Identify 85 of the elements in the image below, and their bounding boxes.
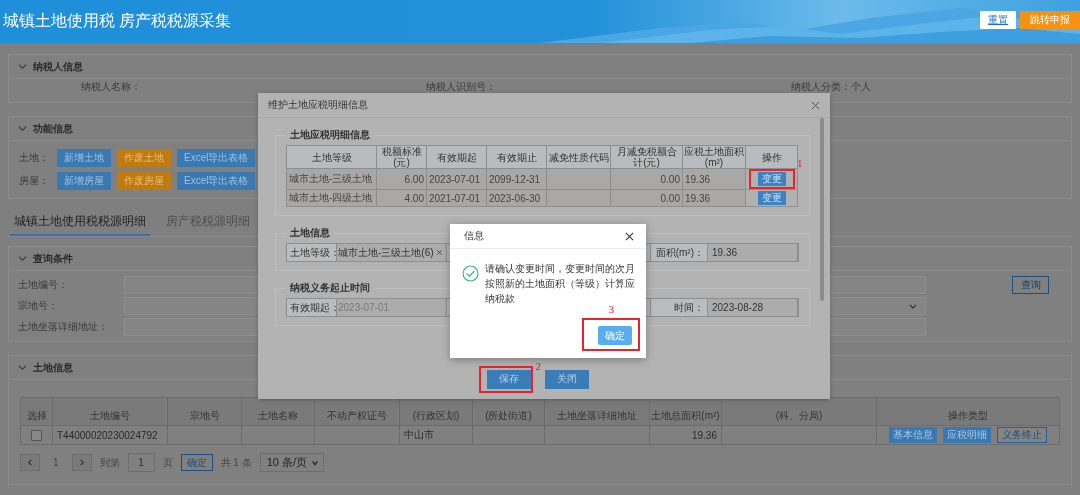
column-header: 土地名称 [241, 397, 315, 426]
panel-title: 查询条件 [33, 251, 73, 266]
column-header: (所处街道) [472, 397, 545, 426]
tab[interactable]: 城镇土地使用税税源明细 [10, 210, 150, 236]
dialog-button[interactable]: 保存 [487, 369, 531, 389]
close-icon[interactable] [625, 231, 634, 241]
column-header: 不动产权证号 [314, 397, 400, 426]
field-value[interactable]: 19.36 [708, 244, 798, 261]
row-action-button[interactable]: 应税明细 [943, 427, 991, 443]
column-header: 应税土地面积(m²) [682, 145, 746, 169]
action-button[interactable]: 新增土地 [57, 149, 111, 167]
action-button[interactable]: 作废土地 [117, 149, 171, 167]
column-header: 土地总面积(m²) [649, 397, 722, 426]
prev-page-button[interactable] [20, 454, 40, 471]
panel-title: 纳税人信息 [33, 59, 83, 74]
field-label: 面积(m²)： [650, 244, 708, 261]
header-button[interactable]: 跳转申报 [1020, 11, 1080, 29]
total-count: 共 1 条 [220, 455, 252, 470]
column-header: 宗地号 [167, 397, 242, 426]
column-header: 土地编号 [52, 397, 168, 426]
chevron-left-icon [25, 458, 35, 467]
field-label: 纳税人名称： [81, 80, 141, 94]
field-value[interactable]: 城市土地-三级土地(6) [337, 244, 447, 261]
row-action-button[interactable]: 义务终止 [997, 427, 1047, 443]
field-label: 时间： [650, 299, 708, 316]
chevron-right-icon [77, 458, 87, 467]
confirm-button[interactable]: 确定 [598, 326, 632, 345]
change-button[interactable]: 变更 [757, 172, 786, 186]
header-button[interactable]: 重置 [980, 11, 1016, 29]
row-label: 房屋： [19, 174, 50, 188]
chevron-icon[interactable] [18, 363, 27, 372]
table-cell: T44000020230024792 [52, 425, 168, 445]
section-title: 土地应税明细信息 [289, 128, 371, 142]
column-header: 有效期止 [486, 145, 547, 169]
dialog-title: 信息 [464, 229, 484, 243]
step-number: 2 [535, 359, 541, 372]
field-label: 纳税人分类： [791, 80, 851, 94]
checkbox[interactable] [31, 429, 42, 441]
dialog-title: 维护土地应税明细信息 [268, 98, 368, 112]
field-label: 有效期起： [287, 299, 337, 316]
clear-icon[interactable] [435, 249, 443, 256]
field-label: 土地编号： [18, 278, 69, 292]
page-size-select[interactable]: 10 条/页 [259, 453, 325, 472]
action-button[interactable]: 作废房屋 [117, 172, 171, 190]
column-header: 选择 [20, 397, 53, 426]
section-title: 土地信息 [289, 226, 331, 240]
row-label: 土地： [19, 151, 50, 165]
page-input[interactable]: 1 [127, 453, 155, 472]
column-header: 土地等级 [286, 145, 377, 169]
column-header: (行政区划) [399, 397, 473, 426]
column-header: 操作 [745, 145, 798, 169]
step-number: 3 [608, 303, 614, 315]
table-cell: 城市土地-三级土地 [286, 168, 377, 190]
chevron-icon[interactable] [18, 62, 27, 71]
column-header: 税额标准(元) [376, 145, 427, 169]
action-button[interactable]: Excel导出表格 [177, 172, 256, 190]
check-circle-icon [462, 265, 479, 282]
column-header: 有效期起 [426, 145, 487, 169]
scrollbar[interactable] [820, 118, 824, 301]
table-cell: 中山市 [399, 425, 473, 445]
action-button[interactable]: 新增房屋 [57, 172, 111, 190]
chevron-icon[interactable] [18, 124, 27, 133]
page-title: 城镇土地使用税 房产税税源采集 [3, 11, 232, 31]
field-label: 宗地号： [18, 299, 59, 313]
field-label: 纳税人识别号： [426, 80, 496, 94]
action-button[interactable]: Excel导出表格 [177, 149, 256, 167]
chevron-icon[interactable] [18, 254, 27, 263]
page-number[interactable]: 1 [48, 457, 64, 468]
confirm-button[interactable]: 确定 [180, 454, 213, 471]
field-label: 土地等级： [287, 244, 337, 261]
dialog-button[interactable]: 关闭 [545, 369, 589, 389]
change-button[interactable]: 变更 [757, 191, 786, 205]
column-header: 减免性质代码 [546, 145, 611, 169]
panel-title: 土地信息 [33, 360, 73, 375]
step-number: 1 [797, 157, 803, 169]
caret-icon [311, 458, 320, 467]
search-button[interactable]: 查询 [1012, 276, 1049, 294]
panel-title: 功能信息 [33, 121, 73, 136]
next-page-button[interactable] [71, 454, 92, 471]
column-header: 月减免税额合计(元) [610, 145, 683, 169]
field-value[interactable]: 2023-08-28 [708, 299, 798, 316]
section-title: 纳税义务起止时间 [289, 281, 371, 295]
table-cell: 19.36 [649, 425, 722, 445]
dialog-message: 请确认变更时间，变更时间的次月按照新的土地面积（等级）计算应纳税款 [485, 262, 635, 306]
row-action-button[interactable]: 基本信息 [889, 427, 937, 443]
